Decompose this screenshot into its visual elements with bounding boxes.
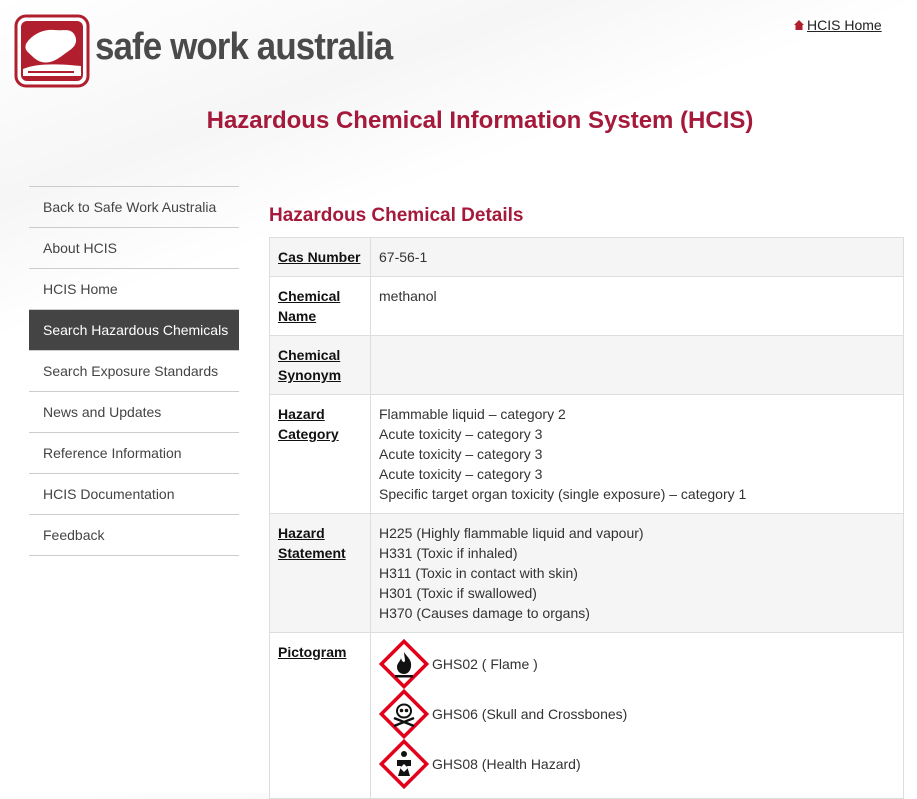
sidebar-item-search-chemicals[interactable]: Search Hazardous Chemicals (29, 310, 239, 351)
hcis-home-link[interactable]: HCIS Home (793, 17, 882, 33)
hazard-statement-item: H311 (Toxic in contact with skin) (379, 565, 578, 581)
hazard-category-item: Specific target organ toxicity (single e… (379, 486, 747, 502)
chemical-name-label[interactable]: Chemical Name (269, 276, 371, 336)
hazard-statement-item: H301 (Toxic if swallowed) (379, 585, 537, 601)
chemical-name-value: methanol (370, 276, 904, 336)
table-row: Pictogram GHS02 ( Flame ) GHS06 (Skull a… (269, 632, 904, 799)
cas-label[interactable]: Cas Number (269, 237, 371, 277)
pictogram-label-text: GHS02 ( Flame ) (432, 656, 538, 672)
pictogram-item: GHS02 ( Flame ) (378, 638, 895, 690)
hazard-statement-item: H331 (Toxic if inhaled) (379, 545, 518, 561)
hazard-statement-item: H225 (Highly flammable liquid and vapour… (379, 525, 644, 541)
home-icon (794, 20, 804, 30)
pictogram-label-text: GHS06 (Skull and Crossbones) (432, 706, 628, 722)
sidebar-item-reference[interactable]: Reference Information (29, 433, 239, 474)
chemical-synonym-value (370, 335, 904, 395)
table-row: Cas Number 67-56-1 (269, 237, 904, 277)
sidebar-item-documentation[interactable]: HCIS Documentation (29, 474, 239, 515)
chemical-details-table: Cas Number 67-56-1 Chemical Name methanol… (269, 237, 904, 799)
safe-work-australia-logo (14, 14, 90, 88)
sidebar-item-home[interactable]: HCIS Home (29, 269, 239, 310)
table-row: Chemical Synonym (269, 335, 904, 395)
sidebar-item-feedback[interactable]: Feedback (29, 515, 239, 556)
sidebar-item-about[interactable]: About HCIS (29, 228, 239, 269)
site-title: Hazardous Chemical Information System (H… (206, 107, 754, 134)
sidebar-item-back-to-swa[interactable]: Back to Safe Work Australia (29, 187, 239, 228)
pictogram-label[interactable]: Pictogram (269, 632, 371, 799)
sidebar-nav: Back to Safe Work Australia About HCIS H… (29, 186, 239, 556)
pictogram-list: GHS02 ( Flame ) GHS06 (Skull and Crossbo… (370, 632, 904, 799)
hazard-statement-item: H370 (Causes damage to organs) (379, 605, 590, 621)
table-row: Chemical Name methanol (269, 276, 904, 336)
hazard-category-item: Acute toxicity – category 3 (379, 446, 543, 462)
hazard-statement-list: H225 (Highly flammable liquid and vapour… (370, 513, 904, 633)
chemical-synonym-label[interactable]: Chemical Synonym (269, 335, 371, 395)
hazard-category-item: Acute toxicity – category 3 (379, 426, 543, 442)
hazard-category-label[interactable]: Hazard Category (269, 394, 371, 514)
sidebar-item-news[interactable]: News and Updates (29, 392, 239, 433)
hazard-category-item: Flammable liquid – category 2 (379, 406, 566, 422)
pictogram-label-text: GHS08 (Health Hazard) (432, 756, 581, 772)
section-title: Hazardous Chemical Details (269, 205, 524, 226)
skull-crossbones-pictogram-icon (378, 688, 430, 740)
hazard-category-list: Flammable liquid – category 2 Acute toxi… (370, 394, 904, 514)
health-hazard-pictogram-icon (378, 738, 430, 790)
hazard-category-item: Acute toxicity – category 3 (379, 466, 543, 482)
home-link-label: HCIS Home (807, 17, 882, 33)
table-row: Hazard Category Flammable liquid – catego… (269, 394, 904, 514)
flame-pictogram-icon (378, 638, 430, 690)
sidebar-item-search-exposure[interactable]: Search Exposure Standards (29, 351, 239, 392)
table-row: Hazard Statement H225 (Highly flammable l… (269, 513, 904, 633)
pictogram-item: GHS06 (Skull and Crossbones) (378, 688, 895, 740)
cas-value: 67-56-1 (370, 237, 904, 277)
brand-name: safe work australia (95, 26, 393, 68)
pictogram-item: GHS08 (Health Hazard) (378, 738, 895, 790)
hazard-statement-label[interactable]: Hazard Statement (269, 513, 371, 633)
